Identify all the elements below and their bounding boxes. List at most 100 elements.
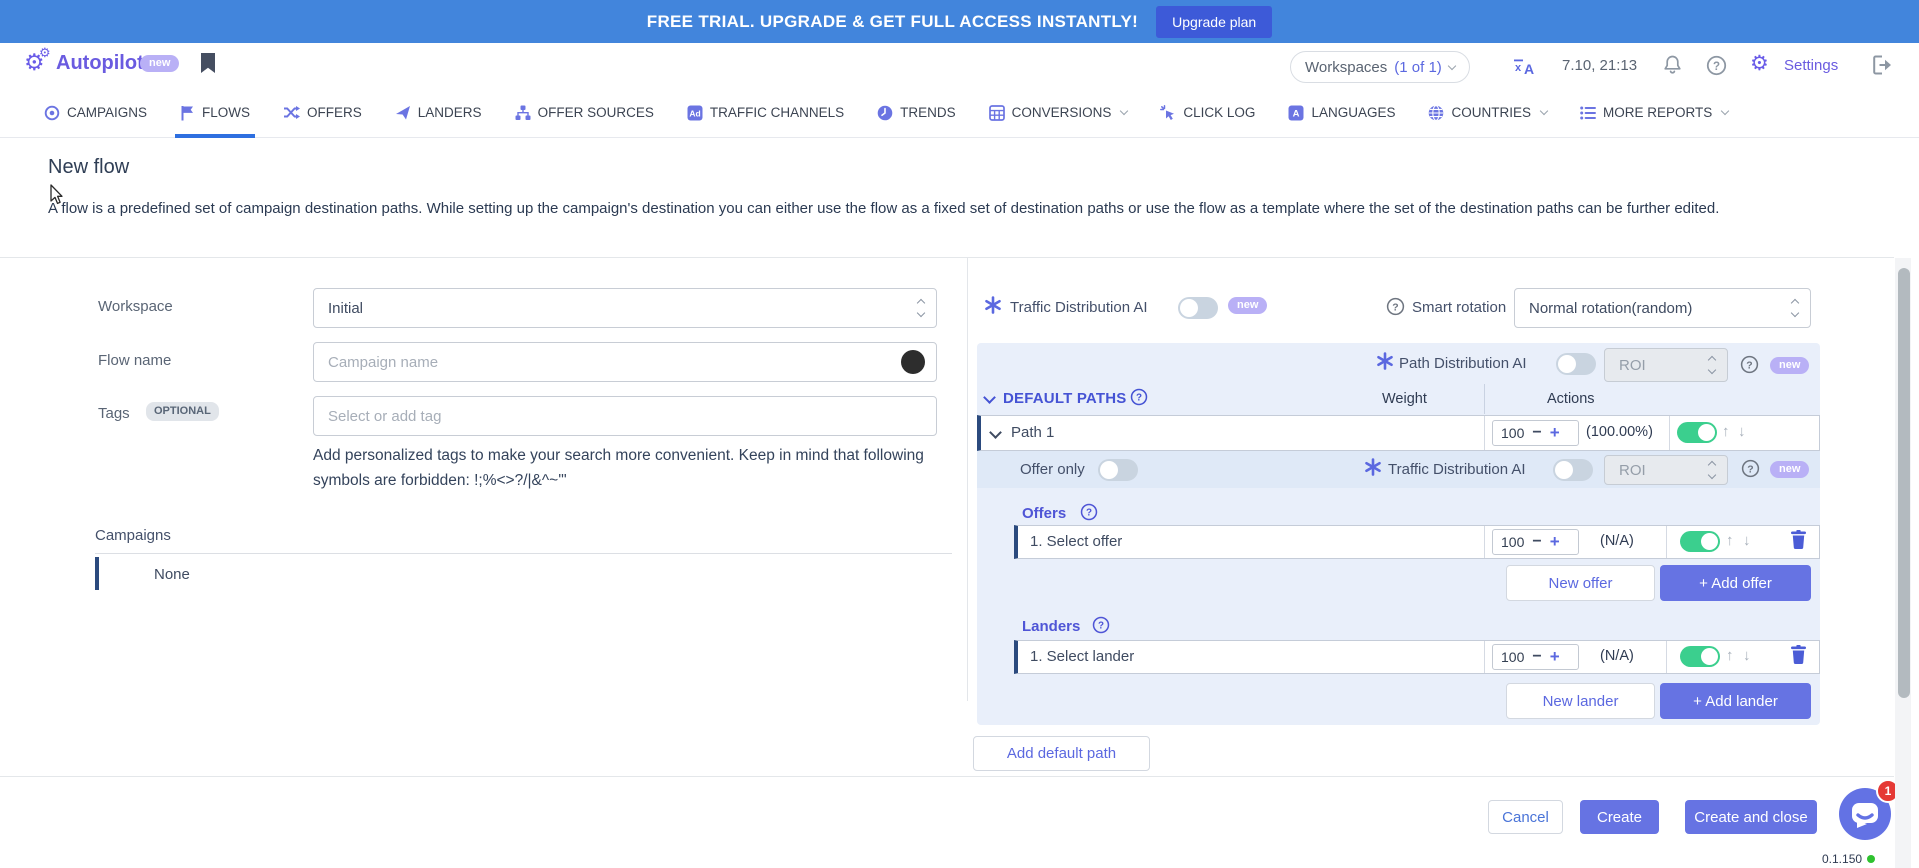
svg-text:Ad: Ad: [689, 108, 700, 118]
lander-row-name[interactable]: 1. Select lander: [1030, 648, 1134, 665]
create-and-close-button[interactable]: Create and close: [1685, 800, 1817, 834]
add-lander-button[interactable]: + Add lander: [1660, 683, 1811, 719]
lander-enabled-toggle[interactable]: [1680, 646, 1720, 667]
svg-text:?: ?: [1086, 508, 1092, 519]
add-default-path-button[interactable]: Add default path: [973, 736, 1150, 771]
nav-click-log[interactable]: CLICK LOG: [1160, 88, 1255, 138]
new-lander-button[interactable]: New lander: [1506, 683, 1655, 719]
path-distribution-ai-toggle[interactable]: [1556, 353, 1596, 375]
default-paths-title: DEFAULT PATHS: [1003, 390, 1126, 407]
move-up-arrow[interactable]: ↑: [1726, 647, 1734, 664]
app-new-badge: new: [140, 55, 179, 72]
nav-conversions[interactable]: CONVERSIONS: [989, 88, 1128, 138]
traffic-ai-new-badge: new: [1770, 461, 1809, 478]
version-info: 0.1.150: [1822, 852, 1875, 866]
ad-icon: Ad: [687, 105, 703, 121]
nav-more-reports[interactable]: MORE REPORTS: [1580, 88, 1728, 138]
flow-name-label: Flow name: [98, 352, 171, 369]
path-ai-help-icon[interactable]: ?: [1740, 355, 1759, 379]
svg-text:?: ?: [1713, 61, 1720, 73]
help-icon[interactable]: ?: [1706, 55, 1727, 81]
flow-color-indicator[interactable]: [901, 350, 925, 374]
tags-input[interactable]: [313, 396, 937, 436]
nav-campaigns[interactable]: CAMPAIGNS: [44, 88, 147, 138]
actions-column-header: Actions: [1547, 391, 1595, 407]
smart-rotation-label: Smart rotation: [1412, 299, 1506, 316]
version-number: 0.1.150: [1822, 852, 1862, 866]
svg-text:A: A: [1524, 61, 1534, 76]
scrollbar-thumb[interactable]: [1898, 268, 1910, 698]
clock-icon: [877, 105, 893, 121]
smart-rotation-select[interactable]: Normal rotation(random): [1514, 288, 1811, 328]
path-enabled-toggle[interactable]: [1677, 422, 1717, 443]
move-down-arrow[interactable]: ↓: [1743, 532, 1751, 549]
offer-enabled-toggle[interactable]: [1680, 531, 1720, 552]
cell-separator: [1484, 416, 1485, 450]
cell-separator: [1666, 641, 1667, 673]
footer-divider: [0, 776, 1894, 777]
path-traffic-ai-label: Traffic Distribution AI: [1388, 461, 1526, 478]
nav-flows[interactable]: FLOWS: [180, 88, 250, 138]
new-offer-button[interactable]: New offer: [1506, 565, 1655, 601]
app-title: Autopilot: [56, 52, 144, 75]
cancel-button[interactable]: Cancel: [1488, 800, 1563, 834]
campaigns-value: None: [154, 566, 190, 583]
offer-only-toggle[interactable]: [1098, 459, 1138, 481]
path-traffic-ai-toggle[interactable]: [1553, 459, 1593, 481]
landers-help-icon[interactable]: ?: [1092, 616, 1110, 639]
path-ai-metric-select[interactable]: ROI: [1604, 348, 1728, 382]
workspace-select[interactable]: Initial: [313, 288, 937, 328]
offer-weight-stepper[interactable]: 100 − +: [1492, 529, 1579, 555]
weight-plus-button[interactable]: +: [1550, 532, 1560, 552]
svg-text:x: x: [1515, 62, 1522, 74]
bell-icon[interactable]: [1662, 54, 1683, 82]
add-offer-button[interactable]: + Add offer: [1660, 565, 1811, 601]
traffic-ai-new-badge: new: [1228, 297, 1267, 314]
path-weight-percent: (100.00%): [1586, 424, 1653, 440]
flow-name-input[interactable]: [313, 342, 937, 382]
delete-offer-trash-icon[interactable]: [1790, 530, 1807, 554]
globe-icon: [1428, 105, 1444, 121]
nav-offer-sources[interactable]: OFFER SOURCES: [515, 88, 654, 138]
nav-languages[interactable]: A LANGUAGES: [1288, 88, 1395, 138]
nav-traffic-channels[interactable]: Ad TRAFFIC CHANNELS: [687, 88, 844, 138]
lander-share: (N/A): [1600, 648, 1634, 664]
default-paths-help-icon[interactable]: ?: [1130, 388, 1148, 411]
offer-row-name[interactable]: 1. Select offer: [1030, 533, 1122, 550]
move-up-arrow[interactable]: ↑: [1722, 423, 1730, 440]
weight-minus-button[interactable]: −: [1532, 648, 1541, 666]
svg-text:?: ?: [1392, 302, 1398, 313]
workspaces-selector[interactable]: Workspaces (1 of 1): [1290, 51, 1470, 83]
bookmark-icon[interactable]: [200, 53, 216, 79]
weight-minus-button[interactable]: −: [1532, 533, 1541, 551]
traffic-distribution-ai-toggle[interactable]: [1178, 297, 1218, 319]
online-status-dot: [1867, 855, 1875, 863]
upgrade-plan-button[interactable]: Upgrade plan: [1156, 6, 1272, 38]
app-bar: ⚙⚙ Autopilot new Workspaces (1 of 1) x A…: [0, 43, 1919, 88]
path-traffic-ai-metric-select[interactable]: ROI: [1604, 455, 1728, 485]
translate-icon[interactable]: x A: [1513, 56, 1537, 81]
nav-landers[interactable]: LANDERS: [395, 88, 482, 138]
flag-icon: [180, 105, 195, 121]
nav-offers[interactable]: OFFERS: [283, 88, 362, 138]
nav-trends[interactable]: TRENDS: [877, 88, 956, 138]
settings-gear-icon[interactable]: ⚙: [1750, 51, 1769, 76]
nav-countries[interactable]: COUNTRIES: [1428, 88, 1547, 138]
move-down-arrow[interactable]: ↓: [1743, 647, 1751, 664]
logout-icon[interactable]: [1872, 55, 1893, 80]
smart-rotation-help-icon[interactable]: ?: [1386, 297, 1405, 321]
move-down-arrow[interactable]: ↓: [1738, 423, 1746, 440]
delete-lander-trash-icon[interactable]: [1790, 645, 1807, 669]
lander-weight-stepper[interactable]: 100 − +: [1492, 644, 1579, 670]
settings-link[interactable]: Settings: [1784, 57, 1838, 74]
traffic-ai-help-icon[interactable]: ?: [1741, 459, 1760, 483]
weight-plus-button[interactable]: +: [1550, 423, 1560, 443]
path-weight-stepper[interactable]: 100 − +: [1492, 420, 1579, 446]
weight-minus-button[interactable]: −: [1532, 424, 1541, 442]
create-button[interactable]: Create: [1580, 800, 1659, 834]
weight-plus-button[interactable]: +: [1550, 647, 1560, 667]
move-up-arrow[interactable]: ↑: [1726, 532, 1734, 549]
workspaces-count: (1 of 1): [1394, 59, 1442, 76]
offers-help-icon[interactable]: ?: [1080, 503, 1098, 526]
svg-text:A: A: [1293, 108, 1300, 119]
